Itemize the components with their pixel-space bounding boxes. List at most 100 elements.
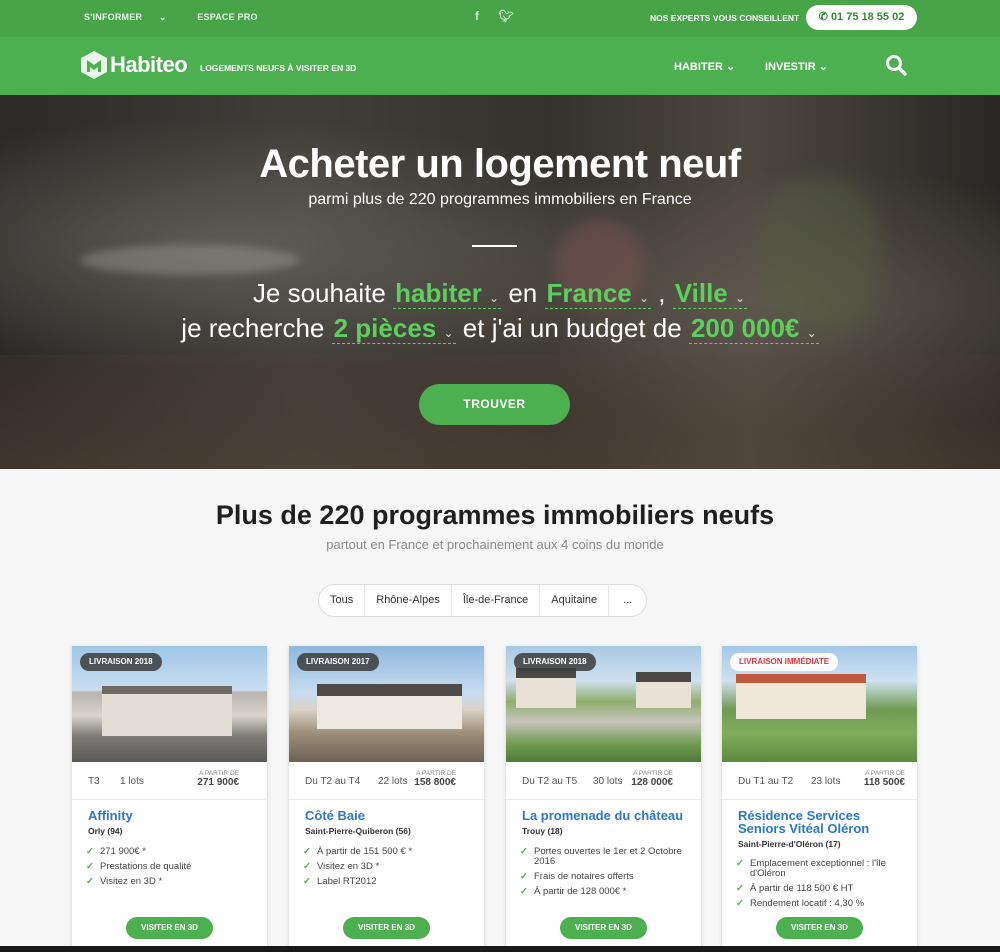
city-value: Ville: [674, 278, 728, 308]
search-text: et j'ai un budget de: [462, 313, 682, 343]
nav-habiter-label: HABITER: [674, 61, 723, 73]
chevron-down-icon: ⌄: [725, 61, 736, 73]
program-name[interactable]: Côté Baie: [305, 809, 475, 822]
visit-3d-button[interactable]: VISITER EN 3D: [343, 917, 430, 939]
espace-pro-link[interactable]: ESPACE PRO: [197, 12, 257, 22]
nav-investir-label: INVESTIR: [765, 61, 816, 73]
feature-item: ✓ Frais de notaires offerts: [520, 872, 692, 882]
program-photo[interactable]: LIVRAISON IMMÉDIATE: [722, 646, 917, 762]
chevron-down-icon: ⌄: [639, 291, 650, 305]
program-name[interactable]: Résidence Services Seniors Vitéal Oléron: [738, 809, 908, 835]
program-name[interactable]: La promenade du château: [522, 809, 692, 822]
nav-habiter[interactable]: HABITER ⌄: [674, 60, 735, 73]
check-icon: ✓: [86, 846, 94, 857]
price-value: 128 000€: [631, 777, 673, 788]
twitter-icon[interactable]: 🐦︎: [498, 9, 513, 23]
feature-item: ✓ À partir de 151 500 € *: [303, 847, 475, 857]
country-select[interactable]: France ⌄: [544, 278, 652, 309]
program-photo[interactable]: LIVRAISON 2018: [72, 646, 267, 762]
logo[interactable]: Habiteo: [80, 50, 188, 80]
informer-menu[interactable]: S'INFORMER ⌄: [84, 12, 181, 22]
top-links: S'INFORMER ⌄ ESPACE PRO: [84, 12, 272, 23]
programs-title: Plus de 220 programmes immobiliers neufs: [215, 500, 775, 530]
feature-text: Label RT2012: [317, 876, 377, 887]
chevron-down-icon: ⌄: [489, 291, 500, 305]
feature-item: ✓ Visitez en 3D *: [86, 877, 258, 887]
feature-item: ✓ À partir de 118 500 € HT: [736, 884, 908, 894]
program-type: Du T1 au T2: [738, 776, 794, 787]
feature-text: 271 900€ *: [100, 846, 146, 857]
filter-tous[interactable]: Tous: [319, 585, 366, 616]
budget-select[interactable]: 200 000€ ⌄: [688, 313, 819, 344]
feature-item: ✓ Rendement locatif : 4,30 %: [736, 899, 908, 909]
check-icon: ✓: [736, 883, 744, 894]
feature-text: Frais de notaires offerts: [534, 871, 634, 882]
program-name[interactable]: Affinity: [88, 809, 258, 822]
check-icon: ✓: [303, 846, 311, 857]
program-city: Saint-Pierre-d'Oléron (17): [738, 839, 841, 849]
feature-item: ✓ Portes ouvertes le 1er et 2 Octobre 201…: [520, 847, 692, 867]
phone-button[interactable]: ✆ 01 75 18 55 02: [806, 5, 917, 30]
program-lots: 23 lots: [811, 776, 841, 787]
filter-more[interactable]: ...: [609, 585, 646, 616]
program-photo[interactable]: LIVRAISON 2017: [289, 646, 484, 762]
price-value: 158 800€: [414, 777, 456, 788]
visit-3d-button[interactable]: VISITER EN 3D: [776, 917, 863, 939]
feature-text: Rendement locatif : 4,30 %: [750, 898, 865, 909]
house-shape: [636, 672, 691, 708]
check-icon: ✓: [303, 861, 311, 872]
feature-text: Portes ouvertes le 1er et 2 Octobre 2016: [534, 846, 682, 867]
find-button[interactable]: TROUVER: [419, 384, 570, 425]
tagline: LOGEMENTS NEUFS À VISITER EN 3D: [200, 63, 357, 73]
program-specs: Du T2 au T4 22 lots A PARTIR DE 158 800€: [289, 762, 484, 800]
nav-investir[interactable]: INVESTIR ⌄: [765, 60, 828, 73]
city-select[interactable]: Ville ⌄: [672, 278, 748, 309]
visit-3d-button[interactable]: VISITER EN 3D: [560, 917, 647, 939]
program-features: ✓ À partir de 151 500 € * ✓ Visitez en 3D …: [303, 847, 475, 892]
program-card[interactable]: LIVRAISON IMMÉDIATE Du T1 au T2 23 lots …: [722, 646, 917, 952]
program-type: T3: [88, 776, 100, 787]
habiteo-logo-icon: [81, 51, 107, 79]
programs-subtitle: partout en France et prochainement aux 4…: [326, 537, 664, 552]
hero-subtitle: parmi plus de 220 programmes immobiliers…: [308, 191, 692, 208]
delivery-badge: LIVRAISON 2017: [297, 653, 379, 671]
price-value: 271 900€: [197, 777, 239, 788]
program-city: Trouy (18): [522, 826, 563, 836]
check-icon: ✓: [520, 886, 528, 897]
visit-3d-button[interactable]: VISITER EN 3D: [126, 917, 213, 939]
feature-item: ✓ Prestations de qualité: [86, 862, 258, 872]
feature-item: ✓ Visitez en 3D *: [303, 862, 475, 872]
project-select[interactable]: habiter ⌄: [393, 278, 502, 309]
rooms-select[interactable]: 2 pièces ⌄: [331, 313, 456, 344]
search-icon[interactable]: [885, 54, 907, 76]
check-icon: ✓: [736, 858, 744, 869]
search-text: je recherche: [181, 313, 325, 343]
program-city: Saint-Pierre-Quiberon (56): [305, 826, 411, 836]
filter-aquitaine[interactable]: Aquitaine: [540, 585, 610, 616]
program-card[interactable]: LIVRAISON 2018 Du T2 au T5 30 lots A PAR…: [506, 646, 701, 952]
program-type: Du T2 au T4: [305, 776, 361, 787]
feature-item: ✓ 271 900€ *: [86, 847, 258, 857]
hero-banner: Acheter un logement neuf parmi plus de 2…: [0, 95, 1000, 469]
check-icon: ✓: [736, 898, 744, 909]
filter-ile-de-france[interactable]: Île-de-France: [452, 585, 541, 616]
filter-rhone-alpes[interactable]: Rhône-Alpes: [365, 585, 452, 616]
house-shape: [516, 668, 576, 708]
chevron-down-icon: ⌄: [158, 12, 167, 22]
check-icon: ✓: [86, 876, 94, 887]
program-photo[interactable]: LIVRAISON 2018: [506, 646, 701, 762]
program-price: A PARTIR DE 158 800€: [414, 770, 456, 788]
facebook-icon[interactable]: f: [475, 9, 479, 23]
program-features: ✓ 271 900€ * ✓ Prestations de qualité ✓ Vis…: [86, 847, 258, 892]
price-label: A PARTIR DE: [416, 770, 456, 777]
program-card[interactable]: LIVRAISON 2018 T3 1 lots A PARTIR DE 271 …: [72, 646, 267, 952]
feature-item: ✓ Emplacement exceptionnel : l'île d'Olér…: [736, 859, 908, 879]
program-lots: 22 lots: [378, 776, 408, 787]
program-card[interactable]: LIVRAISON 2017 Du T2 au T4 22 lots A PAR…: [289, 646, 484, 952]
check-icon: ✓: [520, 871, 528, 882]
rooms-value: 2 pièces: [333, 313, 437, 343]
phone-number: 01 75 18 55 02: [830, 11, 905, 23]
chevron-down-icon: ⌄: [443, 326, 454, 340]
phone-icon: ✆: [818, 11, 828, 23]
program-lots: 30 lots: [593, 776, 623, 787]
